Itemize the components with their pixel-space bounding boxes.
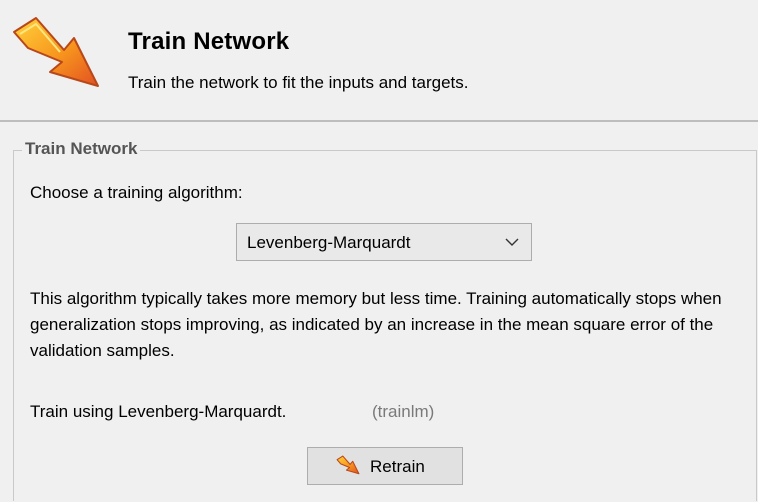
selected-algorithm: Levenberg-Marquardt (247, 233, 411, 252)
retrain-button[interactable]: Retrain (307, 447, 463, 485)
train-using-text: Train using Levenberg-Marquardt. (30, 402, 287, 421)
train-arrow-icon (13, 17, 99, 87)
train-function-code: (trainlm) (372, 402, 435, 421)
algorithm-label: Choose a training algorithm: (30, 183, 243, 202)
algorithm-description: This algorithm typically takes more memo… (30, 289, 722, 360)
train-arrow-icon (336, 455, 360, 475)
retrain-label: Retrain (370, 457, 425, 476)
page-subtitle: Train the network to fit the inputs and … (128, 73, 469, 92)
header-panel: Train Network Train the network to fit t… (0, 0, 758, 120)
chevron-down-icon (505, 238, 519, 246)
training-algorithm-dropdown[interactable]: Levenberg-Marquardt (236, 223, 532, 261)
page-title: Train Network (128, 28, 290, 55)
groupbox-title: Train Network (22, 139, 141, 159)
